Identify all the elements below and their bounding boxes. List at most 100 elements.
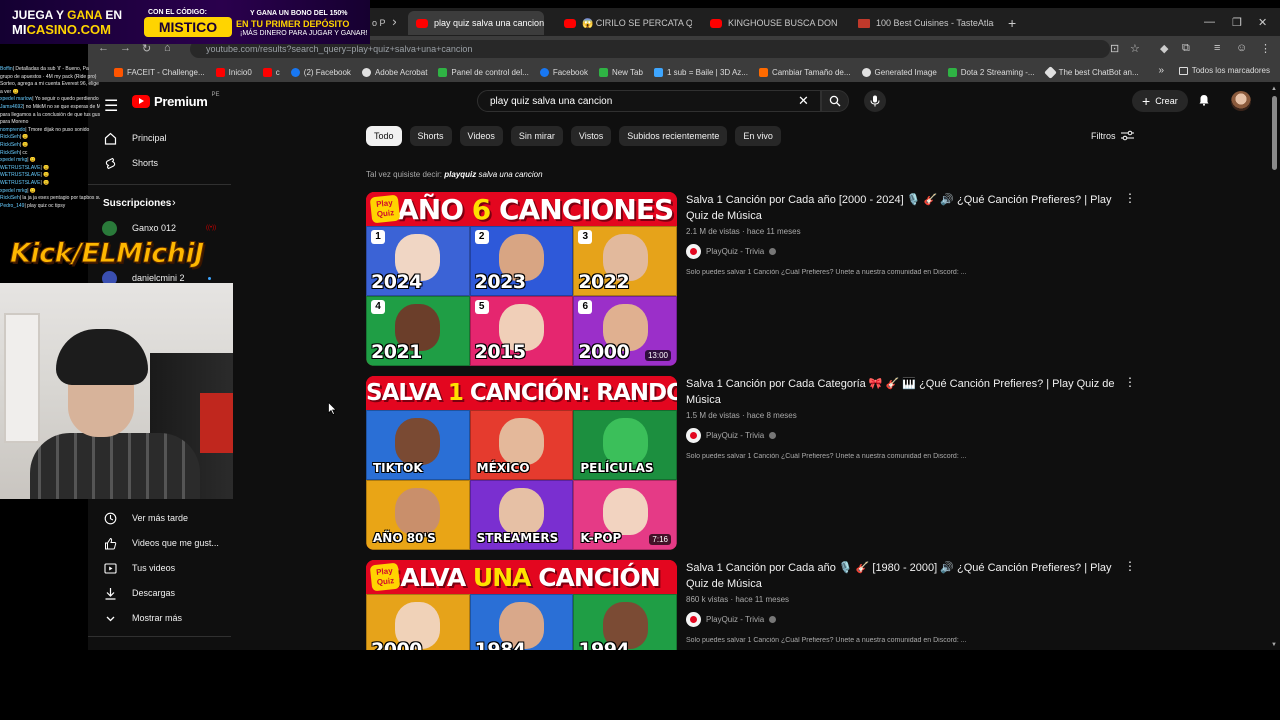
sidebar-item-liked[interactable]: Videos que me gust... xyxy=(88,531,233,555)
chip-unwatched[interactable]: Sin mirar xyxy=(510,126,563,146)
search-input[interactable]: play quiz salva una cancion xyxy=(477,90,821,112)
browser-tab-active[interactable]: play quiz salva una cancion - Yo ✕ xyxy=(408,11,544,35)
install-icon[interactable]: ⊡ xyxy=(1110,42,1119,55)
chip-watched[interactable]: Vistos xyxy=(570,126,612,146)
video-result[interactable]: SALVA 1 CANCIÓN: RANDOM TIKTOK MÉXICO PE… xyxy=(366,376,1126,550)
bookmark-icon xyxy=(758,67,768,77)
subscriptions-title: Suscripciones xyxy=(103,197,172,209)
video-title[interactable]: Salva 1 Canción por Cada Categoría 🎀 🎸 🎹… xyxy=(686,376,1116,408)
voice-search-button[interactable] xyxy=(864,90,886,112)
bookmark[interactable]: Cambiar Tamaño de... xyxy=(758,67,851,77)
chip-todo[interactable]: Todo xyxy=(366,126,402,146)
thumbnail-title: 1 AÑO 6 CANCIONES xyxy=(369,193,674,226)
more-actions-icon[interactable]: ⋮ xyxy=(1124,192,1136,204)
sidebar-item-show-more[interactable]: Mostrar más xyxy=(88,606,233,630)
browser-tab[interactable]: 😱 CIRILO SE PERCATA QUE UN ✕ xyxy=(556,11,692,35)
sidebar-item-watch-later[interactable]: Ver más tarde xyxy=(88,506,233,530)
video-meta: 2.1 M de vistas · hace 11 meses xyxy=(686,227,801,236)
chip-live[interactable]: En vivo xyxy=(735,126,781,146)
browser-tab[interactable]: 100 Best Cuisines - TasteAtlas A ✕ xyxy=(850,11,994,35)
video-title[interactable]: Salva 1 Canción por Cada año [2000 - 202… xyxy=(686,192,1116,224)
profile-icon[interactable]: ☺ xyxy=(1236,42,1247,54)
channel-link[interactable]: PlayQuiz - Trivia xyxy=(686,244,1116,259)
all-bookmarks[interactable]: Todos los marcadores xyxy=(1178,66,1270,75)
thumbnail-grid: 2000 1984 1994 xyxy=(366,594,677,650)
bookmark[interactable]: FACEIT - Challenge... xyxy=(114,67,205,77)
video-result[interactable]: 1 AÑO 6 CANCIONES Play Quiz 1 2024 2 2023 … xyxy=(366,192,1126,366)
hamburger-menu-icon[interactable]: ☰ xyxy=(104,96,118,116)
sidebar-item-label: Descargas xyxy=(132,588,176,598)
thumbnail-cell: 5 2015 xyxy=(469,296,574,366)
chat-message: xpedel mrkg| 😐 xyxy=(0,188,100,196)
video-title[interactable]: Salva 1 Canción por Cada año 🎙️ 🎸 [1980 … xyxy=(686,560,1116,592)
sidebar-subscriptions-header[interactable]: Suscripciones › xyxy=(88,191,233,215)
more-actions-icon[interactable]: ⋮ xyxy=(1124,376,1136,388)
youtube-favicon-icon xyxy=(710,18,722,28)
chip-recent[interactable]: Subidos recientemente xyxy=(619,126,728,146)
sidebar-item-your-videos[interactable]: Tus videos xyxy=(88,556,233,580)
bookmark[interactable]: Panel de control del... xyxy=(438,67,529,77)
bookmarks-overflow-icon[interactable]: » xyxy=(1158,65,1164,76)
facebook-icon xyxy=(539,67,549,77)
new-tab-button[interactable]: + xyxy=(1008,15,1016,31)
did-you-mean[interactable]: Tal vez quisiste decir: playquiz salva u… xyxy=(366,170,543,179)
scrollbar-thumb[interactable] xyxy=(1272,96,1277,170)
chat-username: WETRUSTSLAVE xyxy=(0,172,41,179)
chat-username: RickiSeh xyxy=(0,149,20,156)
video-result[interactable]: SALVA UNA CANCIÓN Play Quiz 2000 1984 19… xyxy=(366,560,1126,650)
bookmark[interactable]: Dota 2 Streaming -... xyxy=(947,67,1035,77)
minimize-icon[interactable]: — xyxy=(1204,16,1215,28)
more-actions-icon[interactable]: ⋮ xyxy=(1124,560,1136,572)
webcam-person-body xyxy=(30,433,200,499)
play-square-icon xyxy=(103,561,117,575)
bookmark[interactable]: Generated Image xyxy=(861,67,937,77)
video-thumbnail[interactable]: SALVA 1 CANCIÓN: RANDOM TIKTOK MÉXICO PE… xyxy=(366,376,677,550)
scroll-up-arrow-icon[interactable]: ▲ xyxy=(1271,86,1277,92)
chat-text: | la ja ja eses pentagio por tapbos sub xyxy=(19,195,100,202)
filter-chips: Todo Shorts Videos Sin mirar Vistos Subi… xyxy=(366,126,781,146)
webcam-chair-accent xyxy=(200,393,233,453)
tab-label: 100 Best Cuisines - TasteAtlas A xyxy=(876,18,994,28)
search-button[interactable] xyxy=(821,90,849,112)
video-thumbnail[interactable]: 1 AÑO 6 CANCIONES Play Quiz 1 2024 2 2023 … xyxy=(366,192,677,366)
bookmark[interactable]: c xyxy=(262,67,280,77)
chip-shorts[interactable]: Shorts xyxy=(409,126,452,146)
video-thumbnail[interactable]: SALVA UNA CANCIÓN Play Quiz 2000 1984 19… xyxy=(366,560,677,650)
clear-search-icon[interactable]: ✕ xyxy=(798,93,809,109)
bookmark[interactable]: 1 sub = Baile | 3D Az... xyxy=(653,67,748,77)
bookmark[interactable]: (2) Facebook xyxy=(290,67,351,77)
bookmark[interactable]: The best ChatBot an... xyxy=(1043,65,1139,79)
window-close-icon[interactable]: ✕ xyxy=(1258,16,1267,29)
chip-videos[interactable]: Videos xyxy=(459,126,503,146)
bookmark[interactable]: Facebook xyxy=(539,67,588,77)
account-avatar[interactable] xyxy=(1231,91,1251,111)
sidebar-item-downloads[interactable]: Descargas xyxy=(88,581,233,605)
bookmark[interactable]: New Tab xyxy=(598,67,643,77)
chat-text: grupo de apuestos · 4M my pack (Ride pro… xyxy=(0,73,97,80)
browser-tab[interactable]: KINGHOUSE BUSCA DONDE PA ✕ xyxy=(702,11,838,35)
bookmark-star-icon[interactable]: ☆ xyxy=(1130,42,1140,55)
youtube-logo[interactable]: Premium PE xyxy=(132,92,220,109)
create-button[interactable]: + Crear xyxy=(1132,90,1188,112)
sidebar-subscription[interactable]: Ganxo 012 ((•)) xyxy=(88,216,233,240)
menu-dots-icon[interactable]: ⋮ xyxy=(1260,42,1271,55)
sidebar-item-shorts[interactable]: Shorts xyxy=(88,151,233,175)
bookmark-label: New Tab xyxy=(611,67,643,77)
media-icon[interactable]: ≡ xyxy=(1214,42,1220,54)
channel-link[interactable]: PlayQuiz - Trivia xyxy=(686,428,1116,443)
extension-icon[interactable]: ◆ xyxy=(1160,42,1168,55)
restore-icon[interactable]: ❐ xyxy=(1232,16,1242,29)
filters-button[interactable]: Filtros xyxy=(1091,130,1134,141)
sidebar-item-principal[interactable]: Principal xyxy=(88,126,233,150)
bookmark[interactable]: Inicio0 xyxy=(215,67,252,77)
chat-text: | Detalladas da sub 'il' - Bueno, Pa xyxy=(12,66,89,72)
close-icon[interactable]: ✕ xyxy=(392,18,396,29)
notifications-bell-icon[interactable] xyxy=(1198,94,1210,106)
scroll-down-arrow-icon[interactable]: ▼ xyxy=(1271,642,1277,648)
puzzle-icon[interactable]: ⧉ xyxy=(1182,42,1190,55)
video-description: Solo puedes salvar 1 Canción ¿Cuál Prefi… xyxy=(686,269,967,276)
channel-link[interactable]: PlayQuiz - Trivia xyxy=(686,612,1116,627)
youtube-favicon-icon xyxy=(416,18,428,28)
bookmark[interactable]: Adobe Acrobat xyxy=(361,67,427,77)
thumbnail-cell: 2 2023 xyxy=(469,226,574,296)
